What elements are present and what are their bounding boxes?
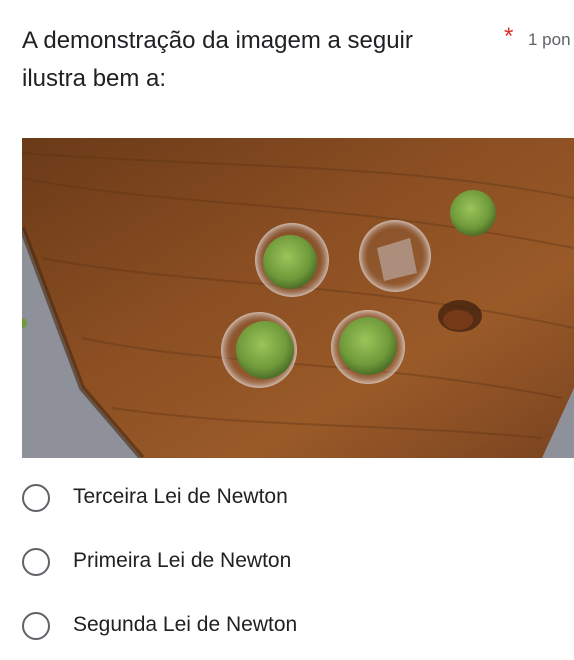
radio-button[interactable] [22, 548, 50, 576]
tennis-ball [339, 317, 397, 375]
question-title: A demonstração da imagem a seguir ilustr… [22, 27, 413, 92]
option-terceira-lei[interactable]: Terceira Lei de Newton [22, 470, 574, 534]
question-card: A demonstração da imagem a seguir ilustr… [0, 0, 574, 660]
tennis-ball [263, 235, 317, 289]
options-list: Terceira Lei de Newton Primeira Lei de N… [22, 470, 574, 660]
option-label: Segunda Lei de Newton [73, 613, 298, 636]
required-indicator: * [504, 23, 514, 50]
radio-button[interactable] [22, 612, 50, 640]
question-header: A demonstração da imagem a seguir ilustr… [22, 22, 574, 112]
tennis-ball [236, 321, 294, 379]
question-image [22, 138, 574, 458]
option-label: Primeira Lei de Newton [73, 549, 292, 572]
points-label: 1 pon [528, 30, 571, 49]
option-label: Terceira Lei de Newton [73, 485, 288, 508]
radio-button[interactable] [22, 484, 50, 512]
option-primeira-lei[interactable]: Primeira Lei de Newton [22, 534, 574, 598]
tennis-ball [450, 190, 496, 236]
option-segunda-lei[interactable]: Segunda Lei de Newton [22, 598, 574, 660]
